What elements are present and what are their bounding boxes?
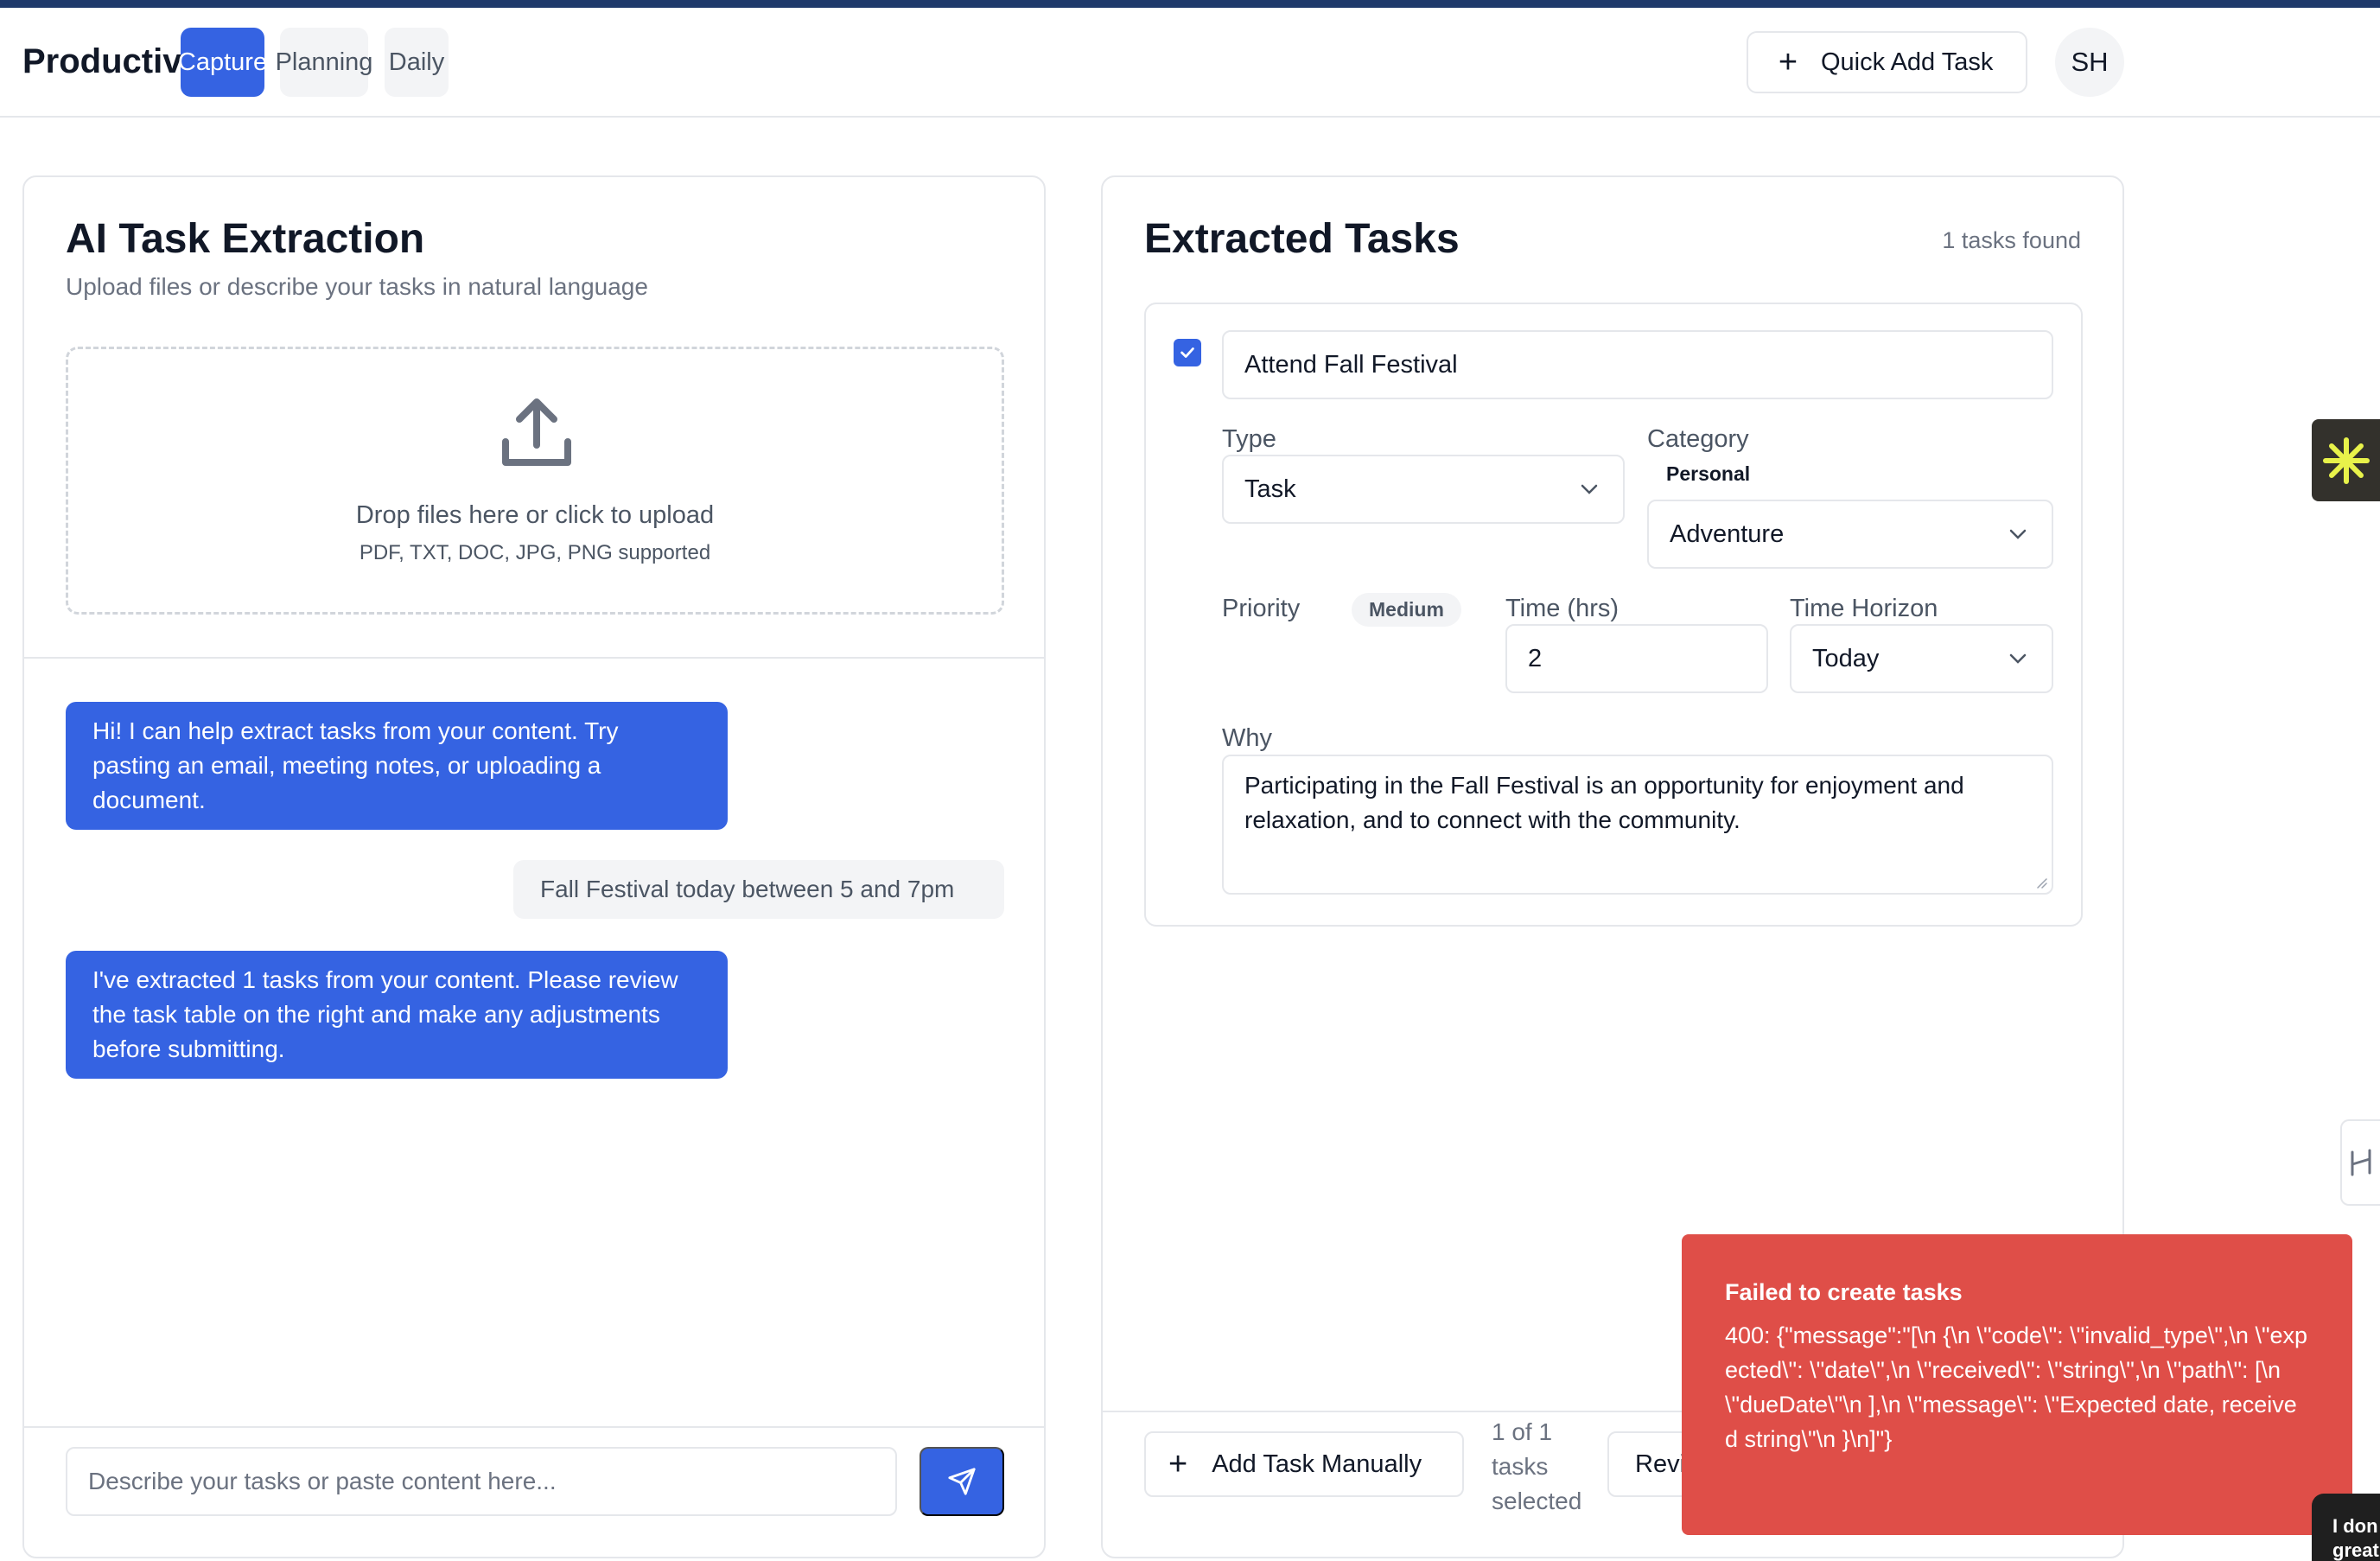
why-text: Participating in the Fall Festival is an…: [1244, 772, 1964, 833]
time-input[interactable]: 2: [1505, 624, 1768, 693]
chat-message-ai: I've extracted 1 tasks from your content…: [66, 951, 728, 1079]
resize-handle-icon[interactable]: [2034, 876, 2048, 889]
asterisk-icon: [2322, 436, 2370, 484]
app-header: ProductivityAI Capture Planning Daily + …: [0, 8, 2380, 118]
send-button[interactable]: [920, 1447, 1004, 1516]
top-accent-bar: [0, 0, 2380, 8]
time-horizon-label: Time Horizon: [1790, 595, 1938, 622]
chat-widget-text-line2: great: [2332, 1539, 2379, 1561]
plus-icon: +: [1168, 1446, 1188, 1482]
time-horizon-value: Today: [1812, 644, 1880, 672]
selection-count: 1 of 1 tasks selected: [1492, 1418, 1582, 1514]
check-icon: [1180, 347, 1194, 358]
task-card: Attend Fall Festival Type Task Category …: [1144, 303, 2083, 927]
upload-icon: [502, 398, 571, 466]
toast-title: Failed to create tasks: [1725, 1279, 1963, 1305]
tab-capture[interactable]: Capture: [178, 28, 267, 97]
type-label: Type: [1222, 425, 1276, 453]
why-label: Why: [1222, 724, 1272, 752]
tasks-count: 1 tasks found: [1942, 227, 2081, 253]
category-select-value: Adventure: [1670, 519, 1785, 548]
category-badge: Personal: [1666, 462, 1751, 485]
tab-planning[interactable]: Planning: [276, 28, 372, 97]
handle-icon: [2351, 1149, 2371, 1176]
chevron-down-icon: [2009, 653, 2027, 664]
toast-message: 400: {"message":"[\n {\n \"code\": \"inv…: [1725, 1322, 2308, 1452]
dropzone-text: Drop files here or click to upload: [355, 501, 715, 529]
side-panel-tab[interactable]: [2340, 1119, 2380, 1206]
time-label: Time (hrs): [1505, 595, 1620, 622]
panel-divider: [24, 657, 1044, 659]
panel-subtitle: Upload files or describe your tasks in n…: [66, 273, 648, 300]
chat-message-user: Fall Festival today between 5 and 7pm: [513, 860, 1004, 919]
why-textarea[interactable]: Participating in the Fall Festival is an…: [1222, 755, 2053, 895]
panel-title: Extracted Tasks: [1144, 216, 1460, 262]
time-horizon-select[interactable]: Today: [1790, 624, 2053, 693]
assistant-widget-button[interactable]: [2312, 419, 2380, 501]
user-avatar[interactable]: SH: [2055, 28, 2124, 97]
category-select[interactable]: Adventure: [1647, 500, 2053, 569]
chat-message-ai: Hi! I can help extract tasks from your c…: [66, 702, 728, 830]
priority-label: Priority: [1222, 595, 1301, 622]
add-task-manually-button[interactable]: + Add Task Manually: [1144, 1431, 1464, 1497]
chat-widget-peek[interactable]: I don great: [2312, 1494, 2380, 1561]
type-select[interactable]: Task: [1222, 455, 1625, 524]
plus-icon: +: [1778, 44, 1798, 80]
ai-task-extraction-panel: AI Task Extraction Upload files or descr…: [22, 175, 1046, 1558]
file-dropzone[interactable]: Drop files here or click to upload PDF, …: [66, 347, 1004, 615]
input-divider: [24, 1426, 1044, 1428]
task-title-input[interactable]: Attend Fall Festival: [1222, 330, 2053, 399]
type-select-value: Task: [1244, 475, 1296, 503]
priority-badge[interactable]: Medium: [1352, 593, 1461, 627]
panel-title: AI Task Extraction: [66, 216, 425, 262]
chat-widget-text-line1: I don: [2332, 1515, 2378, 1537]
task-checkbox[interactable]: [1174, 339, 1201, 366]
error-toast[interactable]: Failed to create tasks 400: {"message":"…: [1682, 1234, 2352, 1535]
chat-input[interactable]: [66, 1447, 897, 1516]
send-icon: [948, 1468, 976, 1495]
chevron-down-icon: [1581, 484, 1598, 494]
chevron-down-icon: [2009, 529, 2027, 539]
quick-add-task-button[interactable]: + Quick Add Task: [1747, 31, 2027, 93]
quick-add-task-label: Quick Add Task: [1821, 48, 1994, 76]
tab-daily[interactable]: Daily: [385, 28, 449, 97]
add-task-manually-label: Add Task Manually: [1212, 1450, 1422, 1478]
dropzone-supported-formats: PDF, TXT, DOC, JPG, PNG supported: [359, 541, 711, 564]
category-label: Category: [1647, 425, 1749, 453]
